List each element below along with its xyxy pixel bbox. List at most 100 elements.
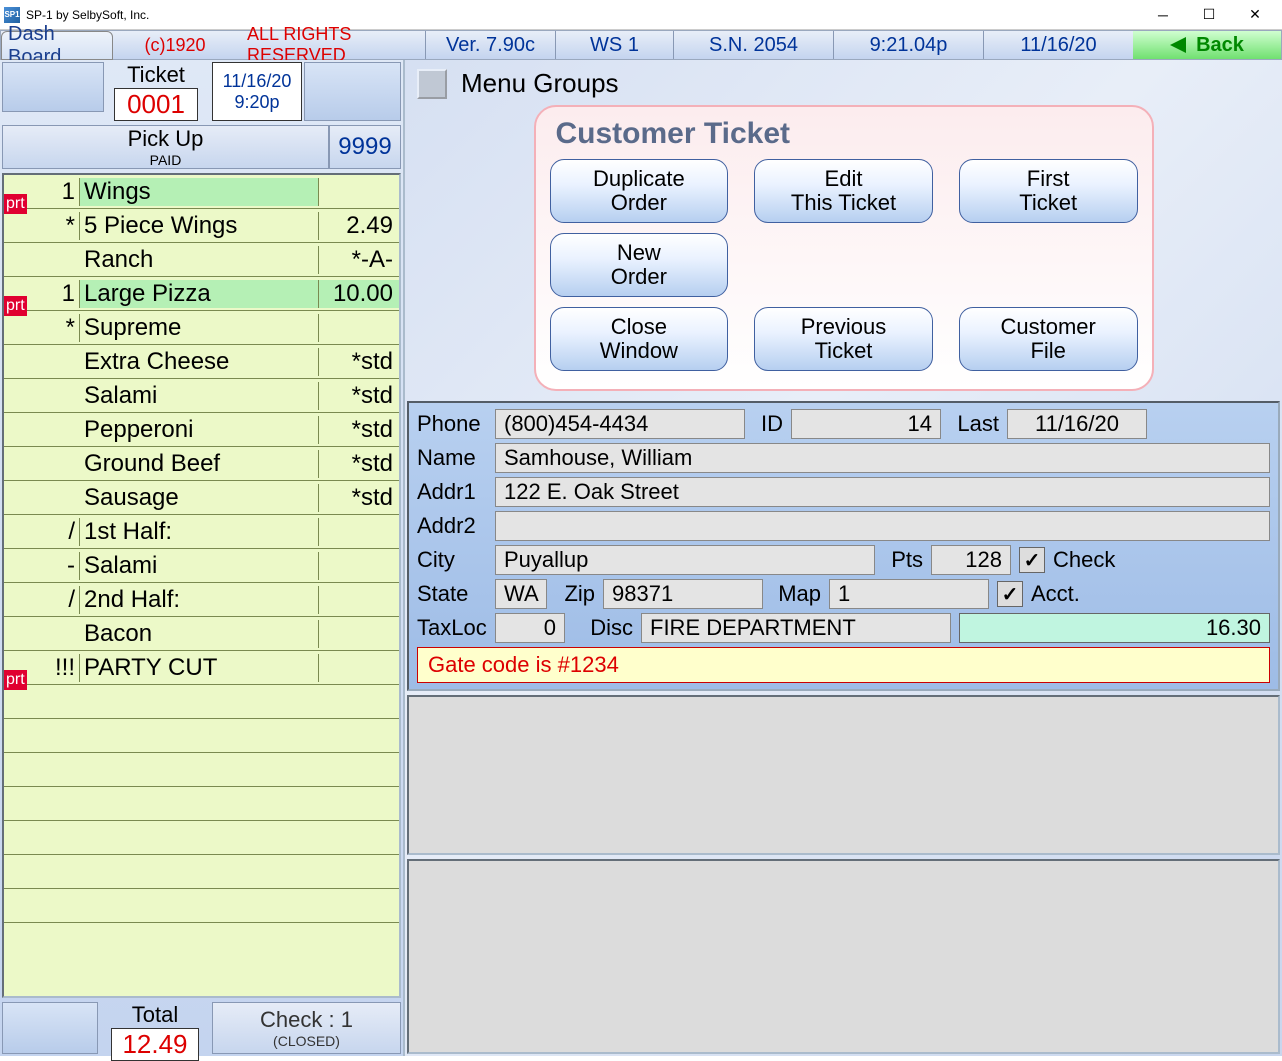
order-desc: 1st Half: — [80, 518, 319, 546]
pts-label: Pts — [883, 547, 923, 573]
addr1-field[interactable]: 122 E. Oak Street — [495, 477, 1270, 507]
top-status-bar: Dash Board (c)1920 ALL RIGHTS RESERVED V… — [0, 30, 1282, 60]
zip-field[interactable]: 98371 — [603, 579, 763, 609]
order-desc: Salami — [80, 382, 319, 410]
name-field[interactable]: Samhouse, William — [495, 443, 1270, 473]
order-desc: Ranch — [80, 246, 319, 274]
order-desc: Ground Beef — [80, 450, 319, 478]
order-row[interactable] — [4, 889, 399, 923]
duplicate-order-button[interactable]: Duplicate Order — [550, 159, 729, 223]
order-qty: 1 — [40, 280, 80, 308]
first-ticket-button[interactable]: First Ticket — [959, 159, 1138, 223]
prt-badge: prt — [4, 670, 27, 690]
zip-label: Zip — [555, 581, 595, 607]
check-label: Check — [1053, 547, 1115, 573]
new-order-button[interactable]: New Order — [550, 233, 729, 297]
order-row[interactable]: /1st Half: — [4, 515, 399, 549]
state-label: State — [417, 581, 487, 607]
map-field[interactable]: 1 — [829, 579, 989, 609]
disc-label: Disc — [573, 615, 633, 641]
order-row[interactable]: prt!!!PARTY CUT — [4, 651, 399, 685]
addr2-field[interactable] — [495, 511, 1270, 541]
order-grid[interactable]: prt1Wings*5 Piece Wings2.49Ranch*-A-prt1… — [2, 173, 401, 998]
taxloc-field[interactable]: 0 — [495, 613, 565, 643]
previous-ticket-button[interactable]: Previous Ticket — [754, 307, 933, 371]
workstation-label: WS 1 — [555, 31, 673, 59]
order-row[interactable]: Ground Beef*std — [4, 447, 399, 481]
check-checkbox[interactable]: ✓ — [1019, 547, 1045, 573]
order-desc: 5 Piece Wings — [80, 212, 319, 240]
order-row[interactable] — [4, 719, 399, 753]
order-row[interactable]: Pepperoni*std — [4, 413, 399, 447]
pickup-status: PAID — [150, 152, 182, 168]
order-desc: Bacon — [80, 620, 319, 648]
order-row[interactable] — [4, 821, 399, 855]
ticket-date: 11/16/20 — [223, 71, 292, 92]
disc-field[interactable]: FIRE DEPARTMENT — [641, 613, 951, 643]
rights-label: ALL RIGHTS RESERVED — [235, 31, 425, 59]
ticket-number[interactable]: 0001 — [114, 88, 198, 121]
order-qty: - — [40, 552, 80, 580]
order-qty: * — [40, 212, 80, 240]
maximize-button[interactable]: ☐ — [1186, 1, 1232, 29]
id-label: ID — [753, 411, 783, 437]
order-row[interactable]: Salami*std — [4, 379, 399, 413]
order-row[interactable]: /2nd Half: — [4, 583, 399, 617]
order-row[interactable]: Bacon — [4, 617, 399, 651]
close-window-button[interactable]: Close Window — [550, 307, 729, 371]
menu-groups-button[interactable] — [417, 69, 447, 99]
city-field[interactable]: Puyallup — [495, 545, 875, 575]
check-button[interactable]: Check : 1 (CLOSED) — [212, 1002, 401, 1054]
order-row[interactable] — [4, 685, 399, 719]
order-row[interactable]: prt1Wings — [4, 175, 399, 209]
order-price: *std — [319, 348, 399, 376]
dashboard-tab[interactable]: Dash Board — [1, 31, 113, 60]
acct-checkbox[interactable]: ✓ — [997, 581, 1023, 607]
customer-file-button[interactable]: Customer File — [959, 307, 1138, 371]
order-row[interactable]: Sausage*std — [4, 481, 399, 515]
order-qty: * — [40, 314, 80, 342]
state-field[interactable]: WA — [495, 579, 547, 609]
last-field[interactable]: 11/16/20 — [1007, 409, 1147, 439]
order-desc: Pepperoni — [80, 416, 319, 444]
order-row[interactable]: Ranch*-A- — [4, 243, 399, 277]
order-row[interactable]: -Salami — [4, 549, 399, 583]
header-blank-button[interactable] — [2, 62, 104, 112]
minimize-button[interactable]: ─ — [1140, 1, 1186, 29]
order-row[interactable]: prt1Large Pizza10.00 — [4, 277, 399, 311]
order-row[interactable]: *Supreme — [4, 311, 399, 345]
last-label: Last — [949, 411, 999, 437]
app-icon: SP1 — [4, 7, 20, 23]
pts-field[interactable]: 128 — [931, 545, 1011, 575]
totals-blank-button[interactable] — [2, 1002, 98, 1054]
date-label: 11/16/20 — [983, 31, 1133, 59]
header-blank2-button[interactable] — [304, 62, 401, 121]
window-title: SP-1 by SelbySoft, Inc. — [26, 8, 1140, 22]
order-price: *std — [319, 484, 399, 512]
order-row[interactable]: Extra Cheese*std — [4, 345, 399, 379]
name-label: Name — [417, 445, 487, 471]
order-row[interactable]: *5 Piece Wings2.49 — [4, 209, 399, 243]
ticket-time: 9:20p — [234, 92, 279, 113]
customer-note: Gate code is #1234 — [417, 647, 1270, 683]
close-button[interactable]: ✕ — [1232, 1, 1278, 29]
order-desc: Extra Cheese — [80, 348, 319, 376]
pickup-number[interactable]: 9999 — [329, 125, 401, 169]
order-row[interactable] — [4, 753, 399, 787]
window-titlebar: SP1 SP-1 by SelbySoft, Inc. ─ ☐ ✕ — [0, 0, 1282, 30]
gray-panel-1 — [407, 695, 1280, 855]
back-button[interactable]: Back — [1133, 31, 1281, 59]
copyright-label: (c)1920 — [115, 31, 235, 59]
back-label: Back — [1196, 34, 1244, 57]
taxloc-label: TaxLoc — [417, 615, 487, 641]
order-row[interactable] — [4, 855, 399, 889]
id-field[interactable]: 14 — [791, 409, 941, 439]
customer-info-panel: Phone (800)454-4434 ID 14 Last 11/16/20 … — [407, 401, 1280, 691]
check-label: Check : 1 — [213, 1007, 400, 1033]
order-qty: !!! — [40, 654, 80, 682]
edit-ticket-button[interactable]: Edit This Ticket — [754, 159, 933, 223]
total-label: Total — [100, 1002, 210, 1028]
phone-field[interactable]: (800)454-4434 — [495, 409, 745, 439]
pickup-button[interactable]: Pick Up PAID — [2, 125, 329, 169]
order-row[interactable] — [4, 787, 399, 821]
